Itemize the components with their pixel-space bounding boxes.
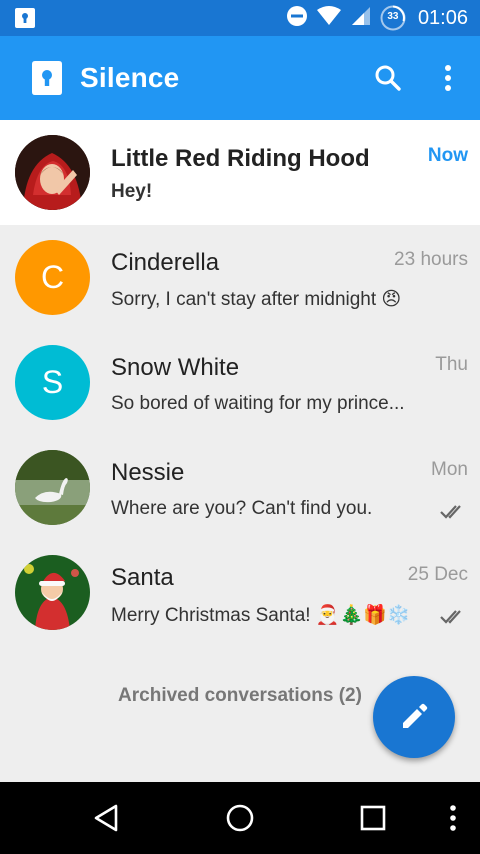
conversation-row[interactable]: Santa Merry Christmas Santa! 🎅🎄🎁❄️ 25 De… (0, 540, 480, 645)
more-vert-icon (450, 805, 456, 831)
conversation-row[interactable]: Little Red Riding Hood Hey! Now (0, 120, 480, 225)
avatar[interactable] (15, 135, 90, 210)
message-snippet: So bored of waiting for my prince... (111, 393, 405, 414)
lock-notification-icon (14, 7, 36, 34)
conversation-row[interactable]: C Cinderella Sorry, I can't stay after m… (0, 225, 480, 330)
battery-level: 33 (387, 11, 399, 22)
recents-square-icon (360, 805, 386, 831)
message-date: 23 hours (394, 249, 468, 270)
avatar[interactable]: S (15, 345, 90, 420)
pencil-icon (403, 703, 428, 728)
back-triangle-icon (94, 804, 118, 832)
avatar[interactable] (15, 450, 90, 525)
conversation-list: Little Red Riding Hood Hey! Now C Cinder… (0, 120, 480, 645)
do-not-disturb-icon (286, 5, 308, 32)
message-snippet: Where are you? Can't find you. (111, 498, 373, 519)
home-circle-icon (226, 804, 254, 832)
avatar-initial: S (41, 364, 64, 400)
contact-name: Nessie (111, 459, 185, 486)
message-date: 25 Dec (407, 564, 468, 585)
message-date: Thu (435, 354, 468, 375)
recents-button[interactable] (353, 798, 393, 838)
app-title: Silence (80, 62, 180, 93)
contact-name: Little Red Riding Hood (111, 145, 370, 172)
message-snippet: Merry Christmas Santa! 🎅🎄🎁❄️ (111, 605, 411, 626)
app-logo-icon (30, 60, 64, 96)
menu-button[interactable] (433, 798, 473, 838)
conversation-row[interactable]: Nessie Where are you? Can't find you. Mo… (0, 435, 480, 540)
battery-icon: 33 (380, 5, 406, 31)
avatar[interactable] (15, 555, 90, 630)
back-button[interactable] (87, 798, 127, 838)
search-icon (375, 65, 401, 91)
contact-name: Santa (111, 564, 174, 591)
cell-signal-icon (350, 5, 372, 32)
home-button[interactable] (220, 798, 260, 838)
message-snippet: Sorry, I can't stay after midnight 😠 (111, 289, 402, 310)
conversation-row[interactable]: S Snow White So bored of waiting for my … (0, 330, 480, 435)
search-button[interactable] (368, 58, 408, 98)
more-vert-icon (445, 65, 451, 91)
overflow-menu-button[interactable] (428, 58, 468, 98)
message-date: Mon (431, 459, 468, 480)
compose-button[interactable] (373, 676, 455, 758)
contact-name: Snow White (111, 354, 240, 381)
message-date: Now (427, 145, 468, 166)
avatar-initial: C (40, 259, 65, 295)
avatar[interactable]: C (15, 240, 90, 315)
status-bar: 33 01:06 (0, 0, 480, 36)
wifi-icon (316, 5, 342, 32)
system-nav-bar (0, 782, 480, 854)
message-snippet: Hey! (111, 181, 153, 202)
delivered-check-icon (440, 608, 468, 631)
app-toolbar: Silence (0, 36, 480, 120)
status-time: 01:06 (417, 6, 468, 29)
contact-name: Cinderella (111, 249, 220, 276)
delivered-check-icon (440, 503, 468, 526)
